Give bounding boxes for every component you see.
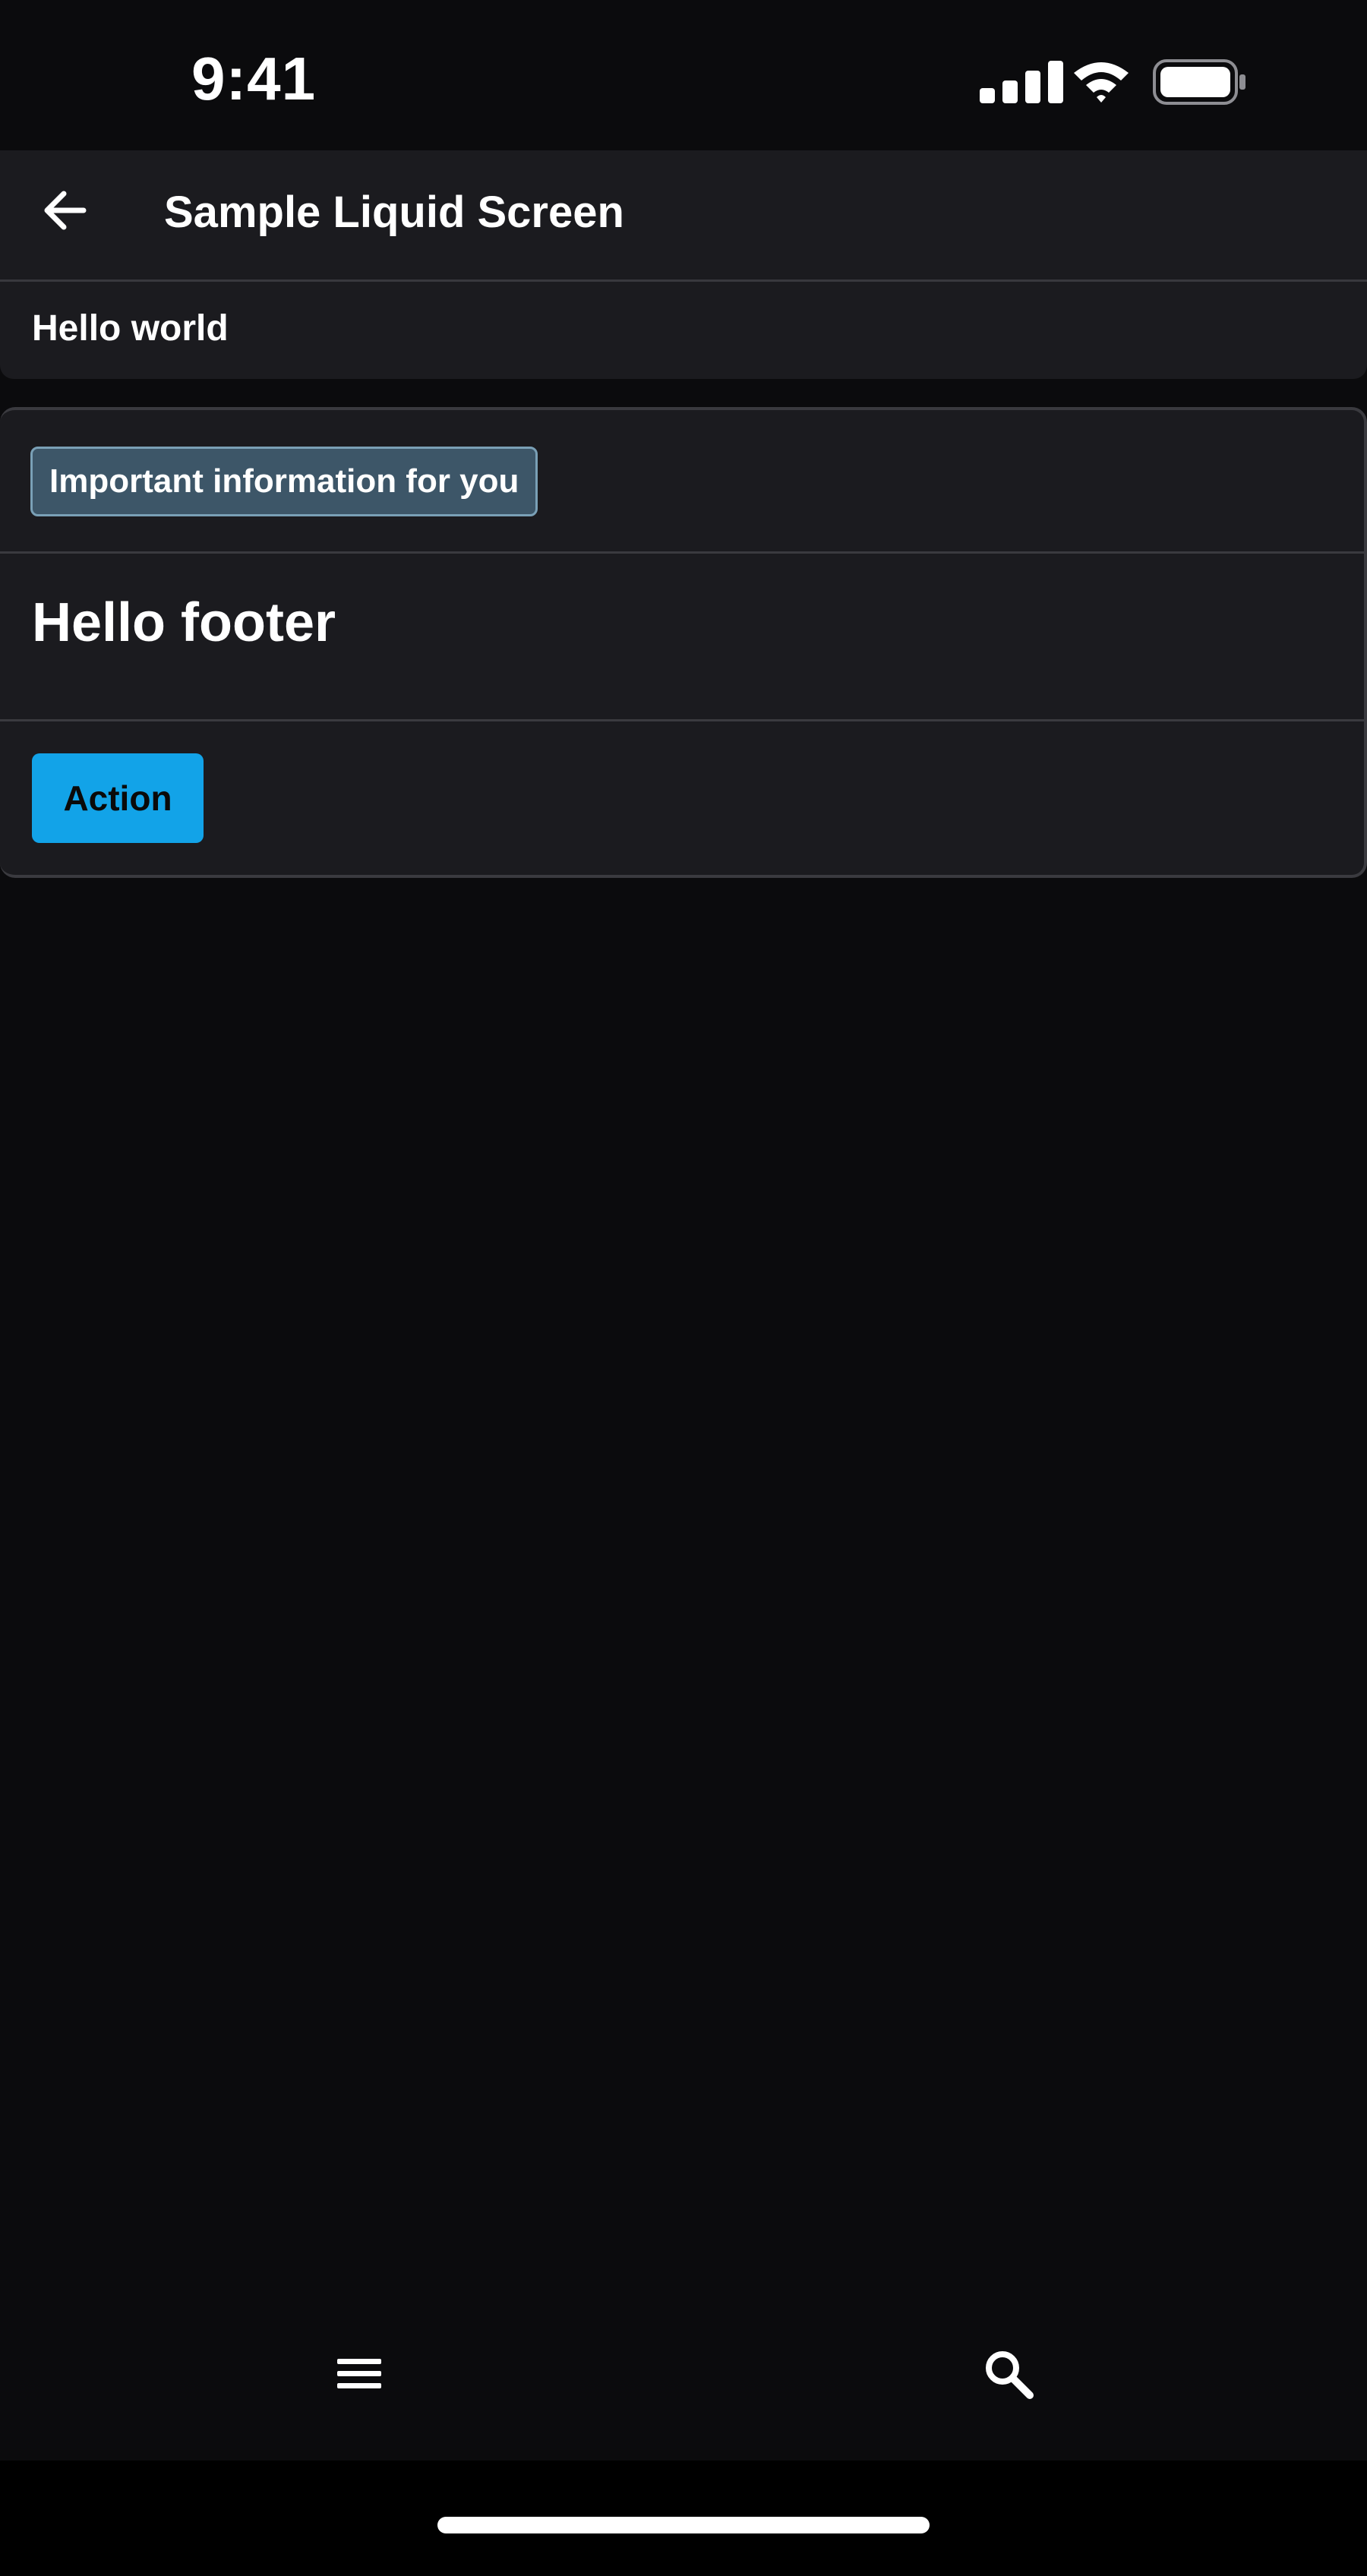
search-icon[interactable] bbox=[980, 2345, 1039, 2404]
home-indicator-area bbox=[0, 2461, 1367, 2576]
home-indicator[interactable] bbox=[437, 2517, 930, 2533]
battery-icon bbox=[1153, 59, 1245, 105]
wifi-icon bbox=[1074, 62, 1129, 103]
cellular-signal-icon bbox=[980, 61, 1063, 103]
page-title: Sample Liquid Screen bbox=[164, 188, 624, 237]
info-chip: Important information for you bbox=[30, 447, 538, 516]
card-body-section: Hello footer bbox=[0, 554, 1364, 721]
status-time: 9:41 bbox=[191, 45, 317, 112]
back-arrow-icon[interactable] bbox=[38, 184, 91, 237]
action-button[interactable]: Action bbox=[32, 753, 204, 843]
hello-world-banner: Hello world bbox=[0, 282, 1367, 379]
content-card: Important information for you Hello foot… bbox=[0, 407, 1367, 878]
app-header: Sample Liquid Screen bbox=[0, 150, 1367, 282]
footer-heading: Hello footer bbox=[32, 592, 336, 653]
status-bar: 9:41 bbox=[0, 0, 1367, 150]
menu-icon[interactable] bbox=[327, 2347, 392, 2400]
card-header-section: Important information for you bbox=[0, 410, 1364, 554]
card-actions-section: Action bbox=[0, 721, 1364, 873]
bottom-navigation bbox=[0, 2286, 1367, 2461]
hello-world-text: Hello world bbox=[32, 308, 229, 349]
